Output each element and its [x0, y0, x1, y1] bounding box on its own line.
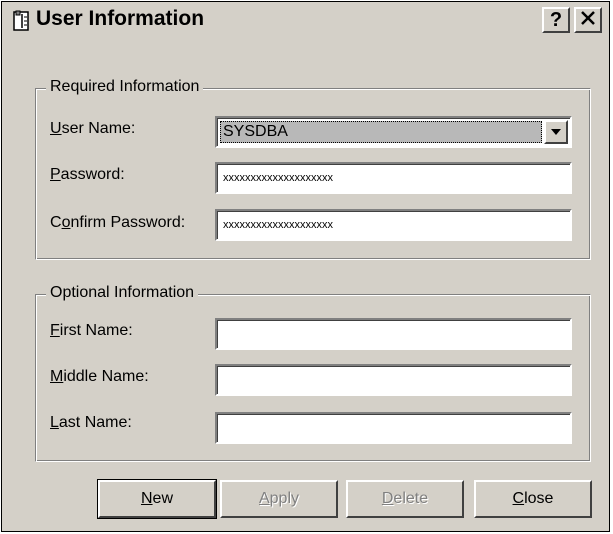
delete-button[interactable]: Delete [346, 480, 464, 518]
window-title: User Information [36, 7, 205, 30]
password-label: Password: [50, 166, 125, 183]
apply-button[interactable]: Apply [220, 480, 338, 518]
user-card-icon [12, 10, 32, 32]
title-bar[interactable]: User Information ? [2, 2, 609, 38]
confirm-password-field[interactable] [215, 209, 572, 241]
confirm-password-label: Confirm Password: [50, 214, 186, 231]
user-name-dropdown[interactable]: SYSDBA [215, 116, 572, 148]
middle-name-field[interactable] [215, 364, 572, 396]
last-name-field[interactable] [215, 412, 572, 444]
user-information-dialog: User Information ? Required Information … [1, 1, 610, 532]
required-information-legend: Required Information [46, 78, 204, 96]
close-button[interactable]: Close [474, 480, 592, 518]
user-name-label: User Name: [50, 120, 136, 137]
help-icon: ? [549, 8, 563, 31]
middle-name-label: Middle Name: [50, 368, 149, 385]
close-icon [580, 9, 596, 32]
first-name-field[interactable] [215, 318, 572, 350]
last-name-label: Last Name: [50, 414, 132, 431]
close-window-button[interactable] [574, 7, 602, 33]
new-button[interactable]: New [97, 479, 217, 519]
dropdown-button[interactable] [544, 120, 568, 144]
user-name-selected-value: SYSDBA [220, 121, 542, 143]
password-field[interactable] [215, 162, 572, 194]
first-name-label: First Name: [50, 322, 133, 339]
chevron-down-icon [550, 123, 562, 141]
help-button[interactable]: ? [542, 7, 570, 33]
optional-information-legend: Optional Information [46, 284, 199, 302]
